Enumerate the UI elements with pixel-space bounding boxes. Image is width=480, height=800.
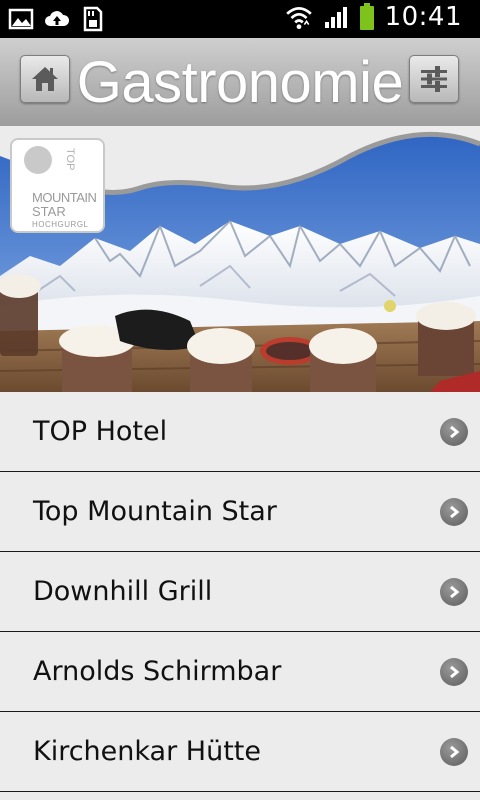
chevron-right-circle-icon (440, 658, 468, 686)
sliders-icon (421, 66, 447, 92)
sd-card-icon (83, 6, 103, 32)
list-item[interactable]: TOP Hotel (0, 392, 480, 472)
status-bar-notifications (8, 6, 106, 32)
logo-text-mountain: MOUNTAIN (32, 190, 97, 205)
clock-time: 10:41 (384, 2, 462, 32)
cloud-upload-icon (45, 11, 70, 26)
logo-sun (24, 146, 52, 174)
title-bar: Gastronomie (0, 38, 480, 126)
chevron-right-circle-icon (440, 418, 468, 446)
mountain-star-logo: TOP MOUNTAIN STAR HOCHGURGL (10, 138, 105, 233)
list-item[interactable]: Kirchenkar Hütte (0, 712, 480, 792)
gastronomy-list: TOP Hotel Top Mountain Star Downhill Gri… (0, 392, 480, 792)
chevron-right-circle-icon (440, 578, 468, 606)
home-icon (32, 67, 58, 91)
wifi-icon (285, 7, 312, 30)
list-item-label: Downhill Grill (33, 576, 213, 607)
banner-image: TOP MOUNTAIN STAR HOCHGURGL (0, 126, 480, 392)
list-item[interactable]: Top Mountain Star (0, 472, 480, 552)
list-item-label: Kirchenkar Hütte (33, 736, 261, 767)
settings-button[interactable] (409, 55, 459, 103)
status-bar-system: 10:41 (285, 2, 462, 32)
status-bar: 10:41 (0, 0, 480, 38)
signal-icon (324, 7, 347, 28)
logo-text-star: STAR (32, 204, 66, 219)
list-item-label: TOP Hotel (33, 416, 168, 447)
list-item[interactable]: Arnolds Schirmbar (0, 632, 480, 712)
logo-top-text: TOP (64, 148, 76, 171)
page-title: Gastronomie (76, 50, 404, 115)
home-button[interactable] (20, 55, 70, 103)
chevron-right-circle-icon (440, 498, 468, 526)
battery-icon (359, 3, 374, 30)
list-item[interactable]: Downhill Grill (0, 552, 480, 632)
list-item-label: Arnolds Schirmbar (33, 656, 282, 687)
image-icon (8, 8, 34, 30)
list-item-label: Top Mountain Star (33, 496, 277, 527)
logo-text-hochgurgl: HOCHGURGL (32, 220, 89, 229)
chevron-right-circle-icon (440, 738, 468, 766)
